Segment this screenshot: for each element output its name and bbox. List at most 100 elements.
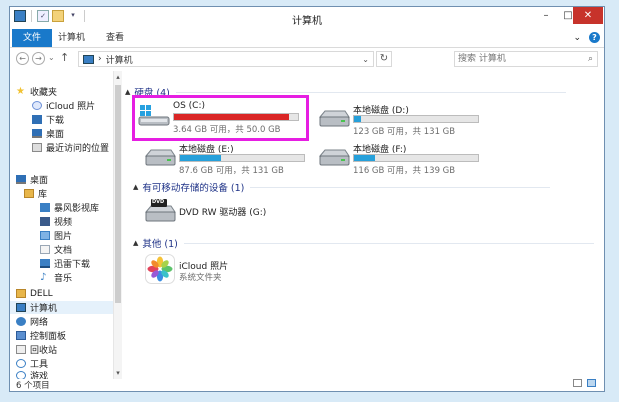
search-input[interactable] <box>458 53 576 65</box>
address-bar[interactable]: › 计算机 ⌄ <box>78 51 374 67</box>
nav-item-label: 回收站 <box>30 346 58 356</box>
breadcrumb-computer[interactable]: 计算机 <box>106 53 133 66</box>
desktop-icon <box>32 129 42 138</box>
nav-item-videos[interactable]: 视频 <box>40 215 72 228</box>
user-folder-icon <box>16 289 26 298</box>
up-button[interactable]: ↑ <box>60 51 69 64</box>
nav-item-favorites[interactable]: ★ 收藏夹 <box>16 85 58 99</box>
refresh-button[interactable]: ↻ <box>376 51 392 67</box>
nav-item-label: 桌面 <box>46 130 65 140</box>
drive-d[interactable]: 本地磁盘 (D:) 123 GB 可用，共 131 GB <box>317 103 487 139</box>
drive-f[interactable]: 本地磁盘 (F:) 116 GB 可用，共 139 GB <box>317 142 487 178</box>
nav-item-games[interactable]: 游戏 <box>16 369 48 379</box>
nav-item-desktop-fav[interactable]: 桌面 <box>32 127 64 140</box>
close-button[interactable]: ✕ <box>573 7 603 24</box>
nav-item-libraries[interactable]: 库 <box>24 187 47 200</box>
tools-icon <box>16 359 26 368</box>
back-button[interactable]: ← <box>16 52 29 65</box>
collapse-chevron-icon[interactable]: ▲ <box>133 183 138 191</box>
breadcrumb-separator[interactable]: › <box>98 54 102 64</box>
tab-file[interactable]: 文件 <box>12 29 53 47</box>
nav-item-recycle-bin[interactable]: 回收站 <box>16 343 57 356</box>
group-header-removable[interactable]: ▲ 有可移动存储的设备 (1) <box>133 180 551 194</box>
nav-item-label: 游戏 <box>30 372 49 379</box>
minimize-button[interactable]: – <box>535 7 557 24</box>
scroll-down-icon[interactable]: ▾ <box>114 369 122 377</box>
video-icon <box>40 217 50 226</box>
help-icon[interactable]: ? <box>589 32 600 43</box>
expand-ribbon-icon[interactable]: ⌄ <box>573 33 581 43</box>
group-label: 有可移动存储的设备 (1) <box>142 183 245 194</box>
nav-item-baofeng-library[interactable]: 暴风影视库 <box>40 201 99 214</box>
collapse-chevron-icon[interactable]: ▲ <box>133 239 138 247</box>
drive-free-space: 123 GB 可用，共 131 GB <box>353 127 456 137</box>
ribbon-tabs: 文件 计算机 查看 ⌄ ? <box>10 29 604 48</box>
nav-item-label: 下载 <box>46 116 65 126</box>
tab-view[interactable]: 查看 <box>98 29 132 47</box>
drive-e[interactable]: 本地磁盘 (E:) 87.6 GB 可用，共 131 GB <box>143 142 313 178</box>
nav-item-music[interactable]: ♪ 音乐 <box>40 271 73 285</box>
nav-item-network[interactable]: 网络 <box>16 315 48 328</box>
control-panel-icon <box>16 331 26 340</box>
drive-usage-bar <box>353 154 479 162</box>
hard-drive-icon <box>317 105 351 129</box>
search-box[interactable]: ⌕ <box>454 51 598 67</box>
computer-icon <box>83 54 94 64</box>
drive-name: OS (C:) <box>173 101 205 111</box>
games-icon <box>16 371 26 379</box>
download-folder-icon <box>32 115 42 124</box>
nav-item-thunder-downloads[interactable]: 迅雷下载 <box>40 257 90 270</box>
status-bar: 6 个项目 <box>10 379 604 391</box>
group-header-other[interactable]: ▲ 其他 (1) <box>133 236 594 250</box>
nav-item-documents[interactable]: 文档 <box>40 243 72 256</box>
nav-item-recent-places[interactable]: 最近访问的位置 <box>32 141 109 154</box>
nav-item-label: 收藏夹 <box>30 88 58 98</box>
collapse-chevron-icon[interactable]: ▲ <box>125 88 130 96</box>
item-count: 6 个项目 <box>16 381 50 391</box>
view-switcher <box>573 379 596 387</box>
forward-button[interactable]: → <box>32 52 45 65</box>
pictures-icon <box>40 231 50 240</box>
thunder-download-icon <box>40 259 50 268</box>
scroll-up-icon[interactable]: ▴ <box>114 73 122 81</box>
large-icons-view-icon[interactable] <box>587 379 596 387</box>
address-row: ← → ⌄ ↑ › 计算机 ⌄ ↻ ⌕ <box>10 48 604 70</box>
nav-item-label: 图片 <box>54 232 73 242</box>
network-icon <box>16 317 26 326</box>
nav-item-icloud-photos[interactable]: iCloud 照片 <box>32 99 95 112</box>
window-title: 计算机 <box>292 16 322 27</box>
computer-icon <box>16 303 26 312</box>
nav-item-label: DELL <box>30 288 53 299</box>
windows-drive-icon <box>137 103 171 127</box>
dvd-drive-g[interactable]: DVD DVD RW 驱动器 (G:) <box>143 195 313 229</box>
recycle-bin-icon <box>16 345 26 354</box>
ribbon-right-controls: ⌄ ? <box>573 32 600 43</box>
nav-item-label: 桌面 <box>30 176 49 186</box>
drive-c[interactable]: OS (C:) 3.64 GB 可用，共 50.0 GB <box>137 101 307 137</box>
search-icon[interactable]: ⌕ <box>588 54 593 64</box>
recent-places-icon <box>32 143 42 152</box>
tab-computer[interactable]: 计算机 <box>50 29 93 47</box>
nav-item-computer[interactable]: 计算机 <box>10 301 113 314</box>
hard-drive-icon <box>143 144 177 168</box>
group-divider <box>183 242 594 244</box>
nav-pane-scrollbar[interactable]: ▴ ▾ <box>113 71 122 379</box>
drive-usage-fill <box>174 114 290 120</box>
address-dropdown-icon[interactable]: ⌄ <box>362 55 369 64</box>
drive-usage-bar <box>179 154 305 162</box>
nav-item-downloads[interactable]: 下载 <box>32 113 64 126</box>
drive-usage-bar <box>173 113 299 121</box>
recent-locations-dropdown[interactable]: ⌄ <box>48 53 55 62</box>
group-divider <box>175 91 566 93</box>
star-icon: ★ <box>16 86 25 97</box>
nav-item-control-panel[interactable]: 控制面板 <box>16 329 66 342</box>
nav-item-label: 控制面板 <box>30 332 67 342</box>
nav-item-pictures[interactable]: 图片 <box>40 229 72 242</box>
icloud-photos-item[interactable]: iCloud 照片 系统文件夹 <box>143 253 313 287</box>
details-view-icon[interactable] <box>573 379 582 387</box>
nav-item-desktop[interactable]: 桌面 <box>16 173 48 186</box>
scrollbar-thumb[interactable] <box>115 85 121 303</box>
nav-item-label: 音乐 <box>54 274 73 284</box>
drive-free-space: 87.6 GB 可用，共 131 GB <box>179 166 284 176</box>
nav-item-dell[interactable]: DELL <box>16 287 53 300</box>
